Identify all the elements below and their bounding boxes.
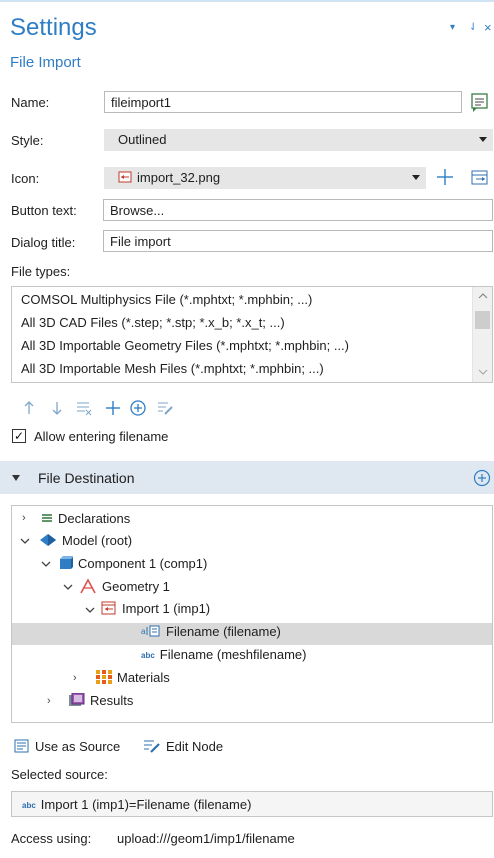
list-item[interactable]: All 3D Importable Geometry Files (*.mpht… bbox=[21, 338, 349, 353]
icon-label: Icon: bbox=[11, 171, 40, 186]
component-icon bbox=[59, 556, 74, 573]
file-types-label: File types: bbox=[11, 264, 71, 279]
pin-icon[interactable]: ⇃ bbox=[469, 22, 477, 33]
import-icon[interactable] bbox=[470, 167, 490, 189]
list-item[interactable]: All 3D CAD Files (*.step; *.stp; *.x_b; … bbox=[21, 315, 285, 330]
close-icon[interactable]: × bbox=[484, 20, 492, 35]
allow-filename-checkbox[interactable]: ✓ bbox=[12, 429, 26, 443]
tree-item-import[interactable]: Import 1 (imp1) bbox=[101, 601, 210, 618]
chevron-down-icon bbox=[412, 175, 420, 180]
allow-filename-label: Allow entering filename bbox=[34, 429, 169, 444]
style-select[interactable]: Outlined bbox=[104, 129, 493, 151]
chevron-down-icon[interactable] bbox=[63, 583, 73, 591]
abc-icon: abc bbox=[22, 801, 36, 811]
selected-source-label: Selected source: bbox=[11, 767, 108, 782]
abc-icon: abc bbox=[141, 651, 155, 661]
tree-item-results[interactable]: Results bbox=[69, 692, 133, 710]
button-text-input[interactable]: Browse... bbox=[103, 199, 493, 221]
model-tree[interactable]: › Declarations Model (root) Component 1 … bbox=[11, 505, 493, 723]
materials-icon bbox=[96, 670, 112, 687]
edit-node-button[interactable]: Edit Node bbox=[143, 739, 223, 756]
collapse-triangle-icon bbox=[12, 475, 20, 481]
geometry-icon bbox=[79, 578, 97, 597]
access-using-value: upload:///geom1/imp1/filename bbox=[117, 831, 295, 846]
list-item[interactable]: All 3D Importable Mesh Files (*.mphtxt; … bbox=[21, 361, 324, 376]
access-using-label: Access using: bbox=[11, 831, 92, 846]
move-down-icon[interactable] bbox=[50, 400, 64, 419]
add-icon[interactable] bbox=[104, 399, 122, 420]
top-border bbox=[0, 0, 494, 2]
scrollbar[interactable] bbox=[472, 287, 492, 382]
tree-item-model-root[interactable]: Model (root) bbox=[39, 533, 132, 550]
dropdown-menu-icon[interactable]: ▾ bbox=[450, 22, 455, 33]
tree-item-meshfilename[interactable]: abc Filename (meshfilename) bbox=[141, 647, 306, 662]
chevron-right-icon[interactable]: › bbox=[47, 695, 51, 707]
note-icon[interactable] bbox=[470, 91, 490, 113]
import-file-icon bbox=[101, 601, 117, 618]
style-select-value: Outlined bbox=[118, 132, 167, 147]
use-as-source-icon bbox=[14, 739, 30, 756]
edit-list-icon[interactable] bbox=[156, 400, 174, 419]
add-icon[interactable] bbox=[434, 166, 456, 188]
chevron-down-icon bbox=[479, 137, 487, 142]
file-types-list[interactable]: COMSOL Multiphysics File (*.mphtxt; *.mp… bbox=[11, 286, 493, 383]
selected-source-value: Import 1 (imp1)=Filename (filename) bbox=[40, 797, 252, 812]
results-icon bbox=[69, 692, 85, 710]
clear-list-icon[interactable] bbox=[75, 400, 93, 419]
tree-item-filename[interactable]: a Filename (filename) bbox=[141, 624, 281, 640]
window-subtitle: File Import bbox=[10, 54, 81, 71]
button-text-label: Button text: bbox=[11, 203, 77, 218]
import-file-icon bbox=[118, 171, 132, 186]
model-icon bbox=[39, 533, 57, 550]
tree-item-geometry[interactable]: Geometry 1 bbox=[79, 578, 170, 597]
chevron-down-icon[interactable] bbox=[20, 537, 30, 545]
add-circle-icon[interactable] bbox=[473, 469, 491, 487]
window-title: Settings bbox=[10, 14, 97, 41]
section-title: File Destination bbox=[38, 470, 135, 486]
use-as-source-button[interactable]: Use as Source bbox=[14, 739, 120, 756]
style-label: Style: bbox=[11, 133, 44, 148]
dialog-title-input[interactable]: File import bbox=[103, 230, 493, 252]
list-item[interactable]: COMSOL Multiphysics File (*.mphtxt; *.mp… bbox=[21, 292, 312, 307]
scrollbar-thumb[interactable] bbox=[475, 311, 490, 329]
move-up-icon[interactable] bbox=[22, 400, 36, 419]
chevron-down-icon[interactable] bbox=[41, 560, 51, 568]
declarations-icon bbox=[41, 512, 53, 527]
svg-text:a: a bbox=[141, 627, 146, 636]
chevron-right-icon[interactable]: › bbox=[22, 512, 26, 524]
name-input[interactable]: fileimport1 bbox=[104, 91, 462, 113]
chevron-down-icon[interactable] bbox=[85, 606, 95, 614]
selected-source-field: abc Import 1 (imp1)=Filename (filename) bbox=[11, 791, 493, 817]
chevron-down-icon bbox=[478, 369, 488, 375]
filename-field-icon: a bbox=[141, 625, 161, 640]
icon-select[interactable]: import_32.png bbox=[104, 167, 426, 189]
add-circle-icon[interactable] bbox=[129, 399, 147, 420]
tree-item-materials[interactable]: Materials bbox=[96, 670, 170, 687]
chevron-right-icon[interactable]: › bbox=[73, 672, 77, 684]
edit-node-icon bbox=[143, 739, 161, 756]
tree-item-declarations[interactable]: Declarations bbox=[41, 511, 130, 527]
name-label: Name: bbox=[11, 95, 50, 110]
chevron-up-icon bbox=[478, 293, 488, 299]
icon-select-value: import_32.png bbox=[137, 170, 221, 185]
tree-item-component[interactable]: Component 1 (comp1) bbox=[59, 556, 207, 573]
file-destination-section[interactable]: File Destination bbox=[0, 461, 494, 494]
dialog-title-label: Dialog title: bbox=[11, 235, 76, 250]
